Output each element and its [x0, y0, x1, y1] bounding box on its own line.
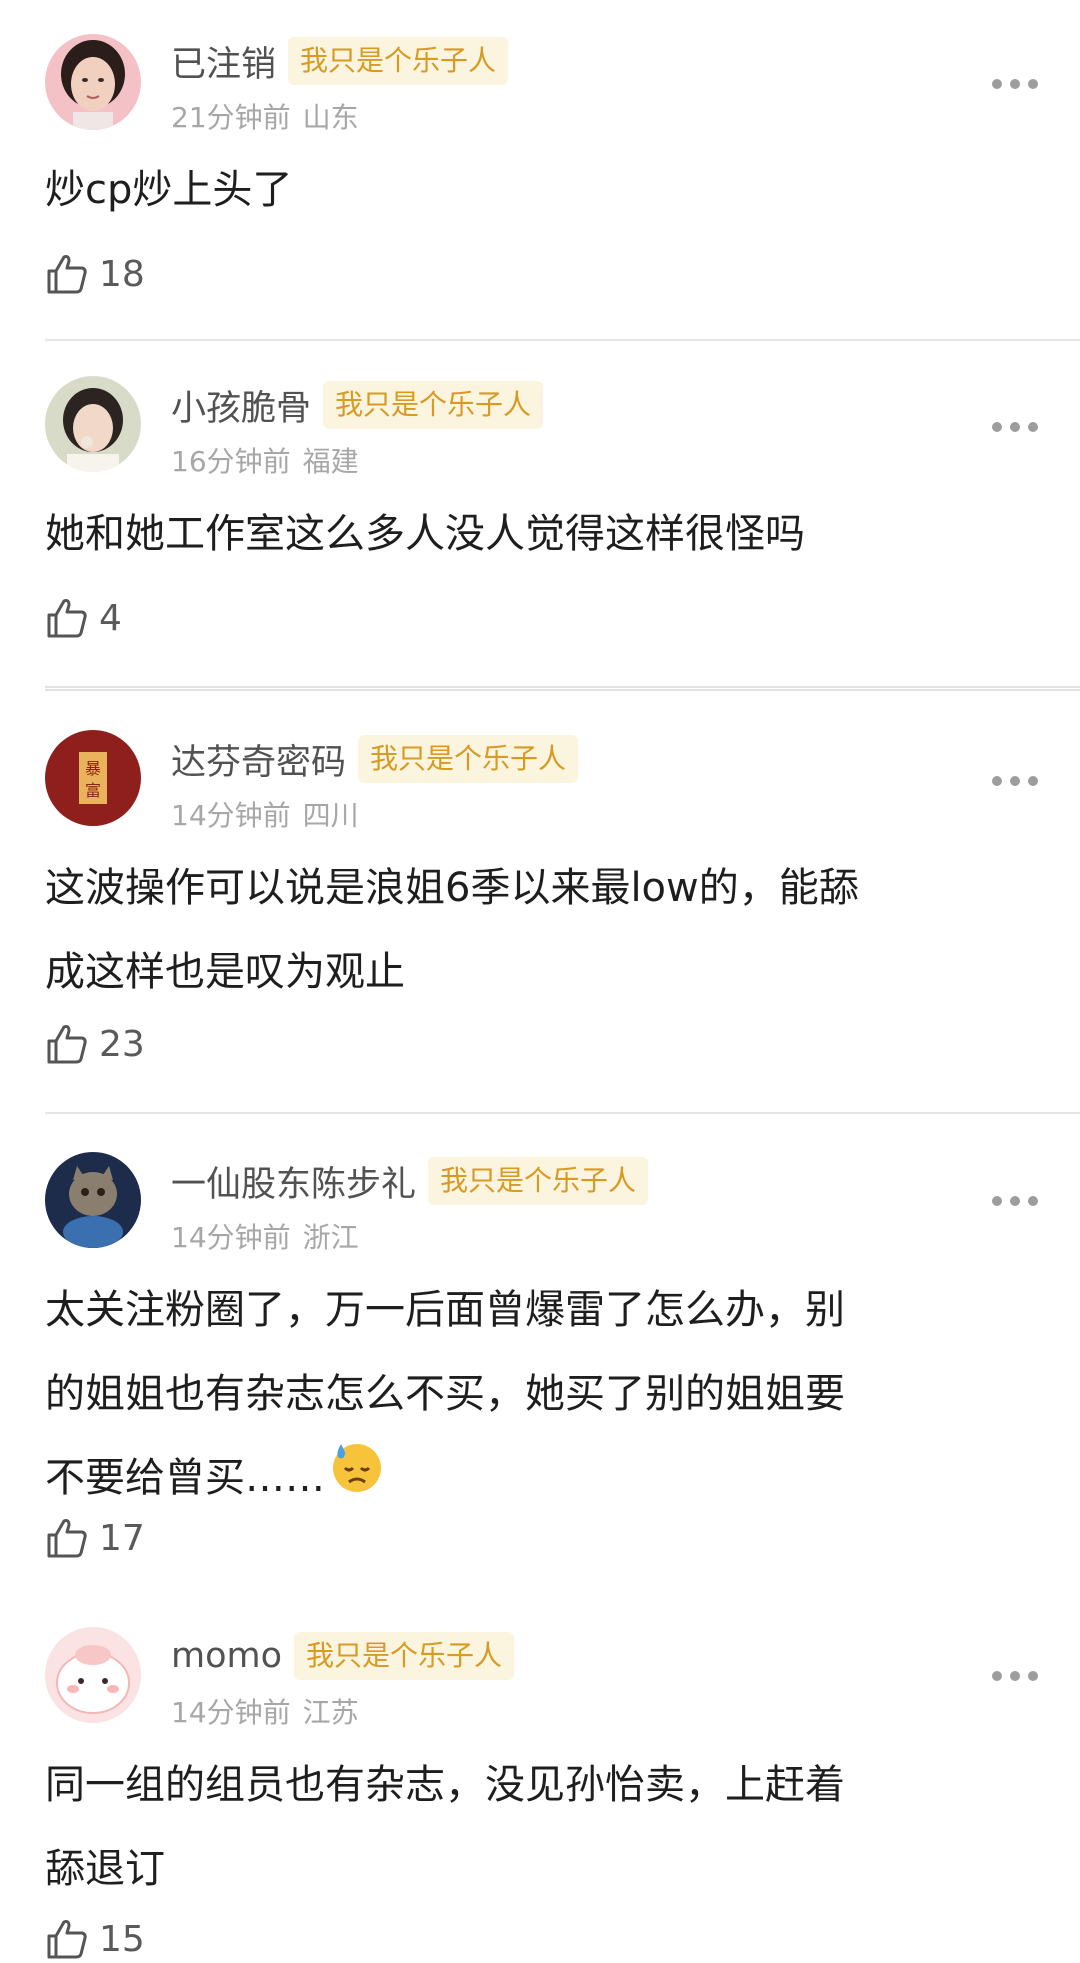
like-count: 23: [99, 1023, 145, 1065]
svg-text:富: 富: [85, 781, 101, 800]
comment-text: 这波操作可以说是浪姐6季以来最low的，能舔 成这样也是叹为观止: [45, 865, 859, 995]
comment-time: 14分钟前: [171, 1221, 291, 1254]
more-options-icon[interactable]: [992, 775, 1038, 787]
comment-location: 浙江: [302, 1221, 359, 1254]
more-options-icon[interactable]: [992, 78, 1038, 90]
divider: [45, 339, 1080, 341]
comment-text: 太关注粉圈了，万一后面曾爆雷了怎么办，别 的姐姐也有杂志怎么不买，她买了别的姐姐…: [45, 1268, 1035, 1523]
comment-time: 21分钟前: [171, 101, 291, 134]
comment-text-body: 太关注粉圈了，万一后面曾爆雷了怎么办，别 的姐姐也有杂志怎么不买，她买了别的姐姐…: [45, 1287, 845, 1501]
divider: [45, 686, 1080, 691]
like-count: 17: [99, 1517, 145, 1559]
comment-time: 14分钟前: [171, 1696, 291, 1729]
username[interactable]: 达芬奇密码: [171, 734, 346, 785]
more-options-icon[interactable]: [992, 421, 1038, 433]
user-badge[interactable]: 我只是个乐子人: [428, 1157, 649, 1205]
comment-location: 江苏: [302, 1696, 359, 1729]
like-count: 18: [99, 253, 145, 295]
like-count: 15: [99, 1918, 145, 1960]
username[interactable]: 小孩脆骨: [171, 380, 311, 431]
avatar[interactable]: [45, 1627, 141, 1723]
like-button[interactable]: 23: [45, 1020, 145, 1068]
divider: [45, 1112, 1080, 1114]
comment-time: 14分钟前: [171, 799, 291, 832]
name-row: 已注销 我只是个乐子人: [171, 36, 509, 87]
like-button[interactable]: 15: [45, 1915, 145, 1963]
comment-location: 福建: [302, 445, 359, 478]
username[interactable]: 一仙股东陈步礼: [171, 1156, 416, 1207]
more-options-icon[interactable]: [992, 1670, 1038, 1682]
comment-meta: 21分钟前 山东: [171, 96, 359, 136]
like-button[interactable]: 18: [45, 250, 145, 298]
user-badge[interactable]: 我只是个乐子人: [288, 37, 509, 85]
avatar[interactable]: 暴 富: [45, 730, 141, 826]
thumbs-up-icon: [47, 255, 87, 294]
user-badge[interactable]: 我只是个乐子人: [358, 735, 579, 783]
comment-time: 16分钟前: [171, 445, 291, 478]
svg-text:暴: 暴: [85, 759, 101, 778]
comment-text: 她和她工作室这么多人没人觉得这样很怪吗: [45, 511, 805, 557]
comment-location: 四川: [302, 799, 359, 832]
thumbs-up-icon: [47, 599, 87, 638]
avatar[interactable]: [45, 376, 141, 472]
comment-meta: 14分钟前 四川: [171, 794, 359, 834]
like-count: 4: [99, 597, 122, 639]
name-row: 达芬奇密码 我只是个乐子人: [171, 734, 579, 785]
user-badge[interactable]: 我只是个乐子人: [294, 1632, 515, 1680]
comment-meta: 14分钟前 江苏: [171, 1691, 359, 1731]
comment-meta: 16分钟前 福建: [171, 440, 359, 480]
like-button[interactable]: 4: [45, 594, 122, 642]
like-button[interactable]: 17: [45, 1514, 145, 1562]
username[interactable]: momo: [171, 1636, 282, 1676]
comment-meta: 14分钟前 浙江: [171, 1216, 359, 1256]
name-row: 一仙股东陈步礼 我只是个乐子人: [171, 1156, 649, 1207]
comment-text: 炒cp炒上头了: [45, 167, 293, 213]
thumbs-up-icon: [47, 1025, 87, 1064]
sweat-emoji-icon: [329, 1438, 385, 1523]
name-row: 小孩脆骨 我只是个乐子人: [171, 380, 544, 431]
user-badge[interactable]: 我只是个乐子人: [323, 381, 544, 429]
username[interactable]: 已注销: [171, 36, 276, 87]
comment-location: 山东: [302, 101, 359, 134]
avatar[interactable]: [45, 1152, 141, 1248]
thumbs-up-icon: [47, 1920, 87, 1959]
more-options-icon[interactable]: [992, 1195, 1038, 1207]
comment-text: 同一组的组员也有杂志，没见孙怡卖，上赶着 舔退订: [45, 1762, 845, 1892]
avatar[interactable]: [45, 34, 141, 130]
thumbs-up-icon: [47, 1519, 87, 1558]
name-row: momo 我只是个乐子人: [171, 1631, 515, 1681]
